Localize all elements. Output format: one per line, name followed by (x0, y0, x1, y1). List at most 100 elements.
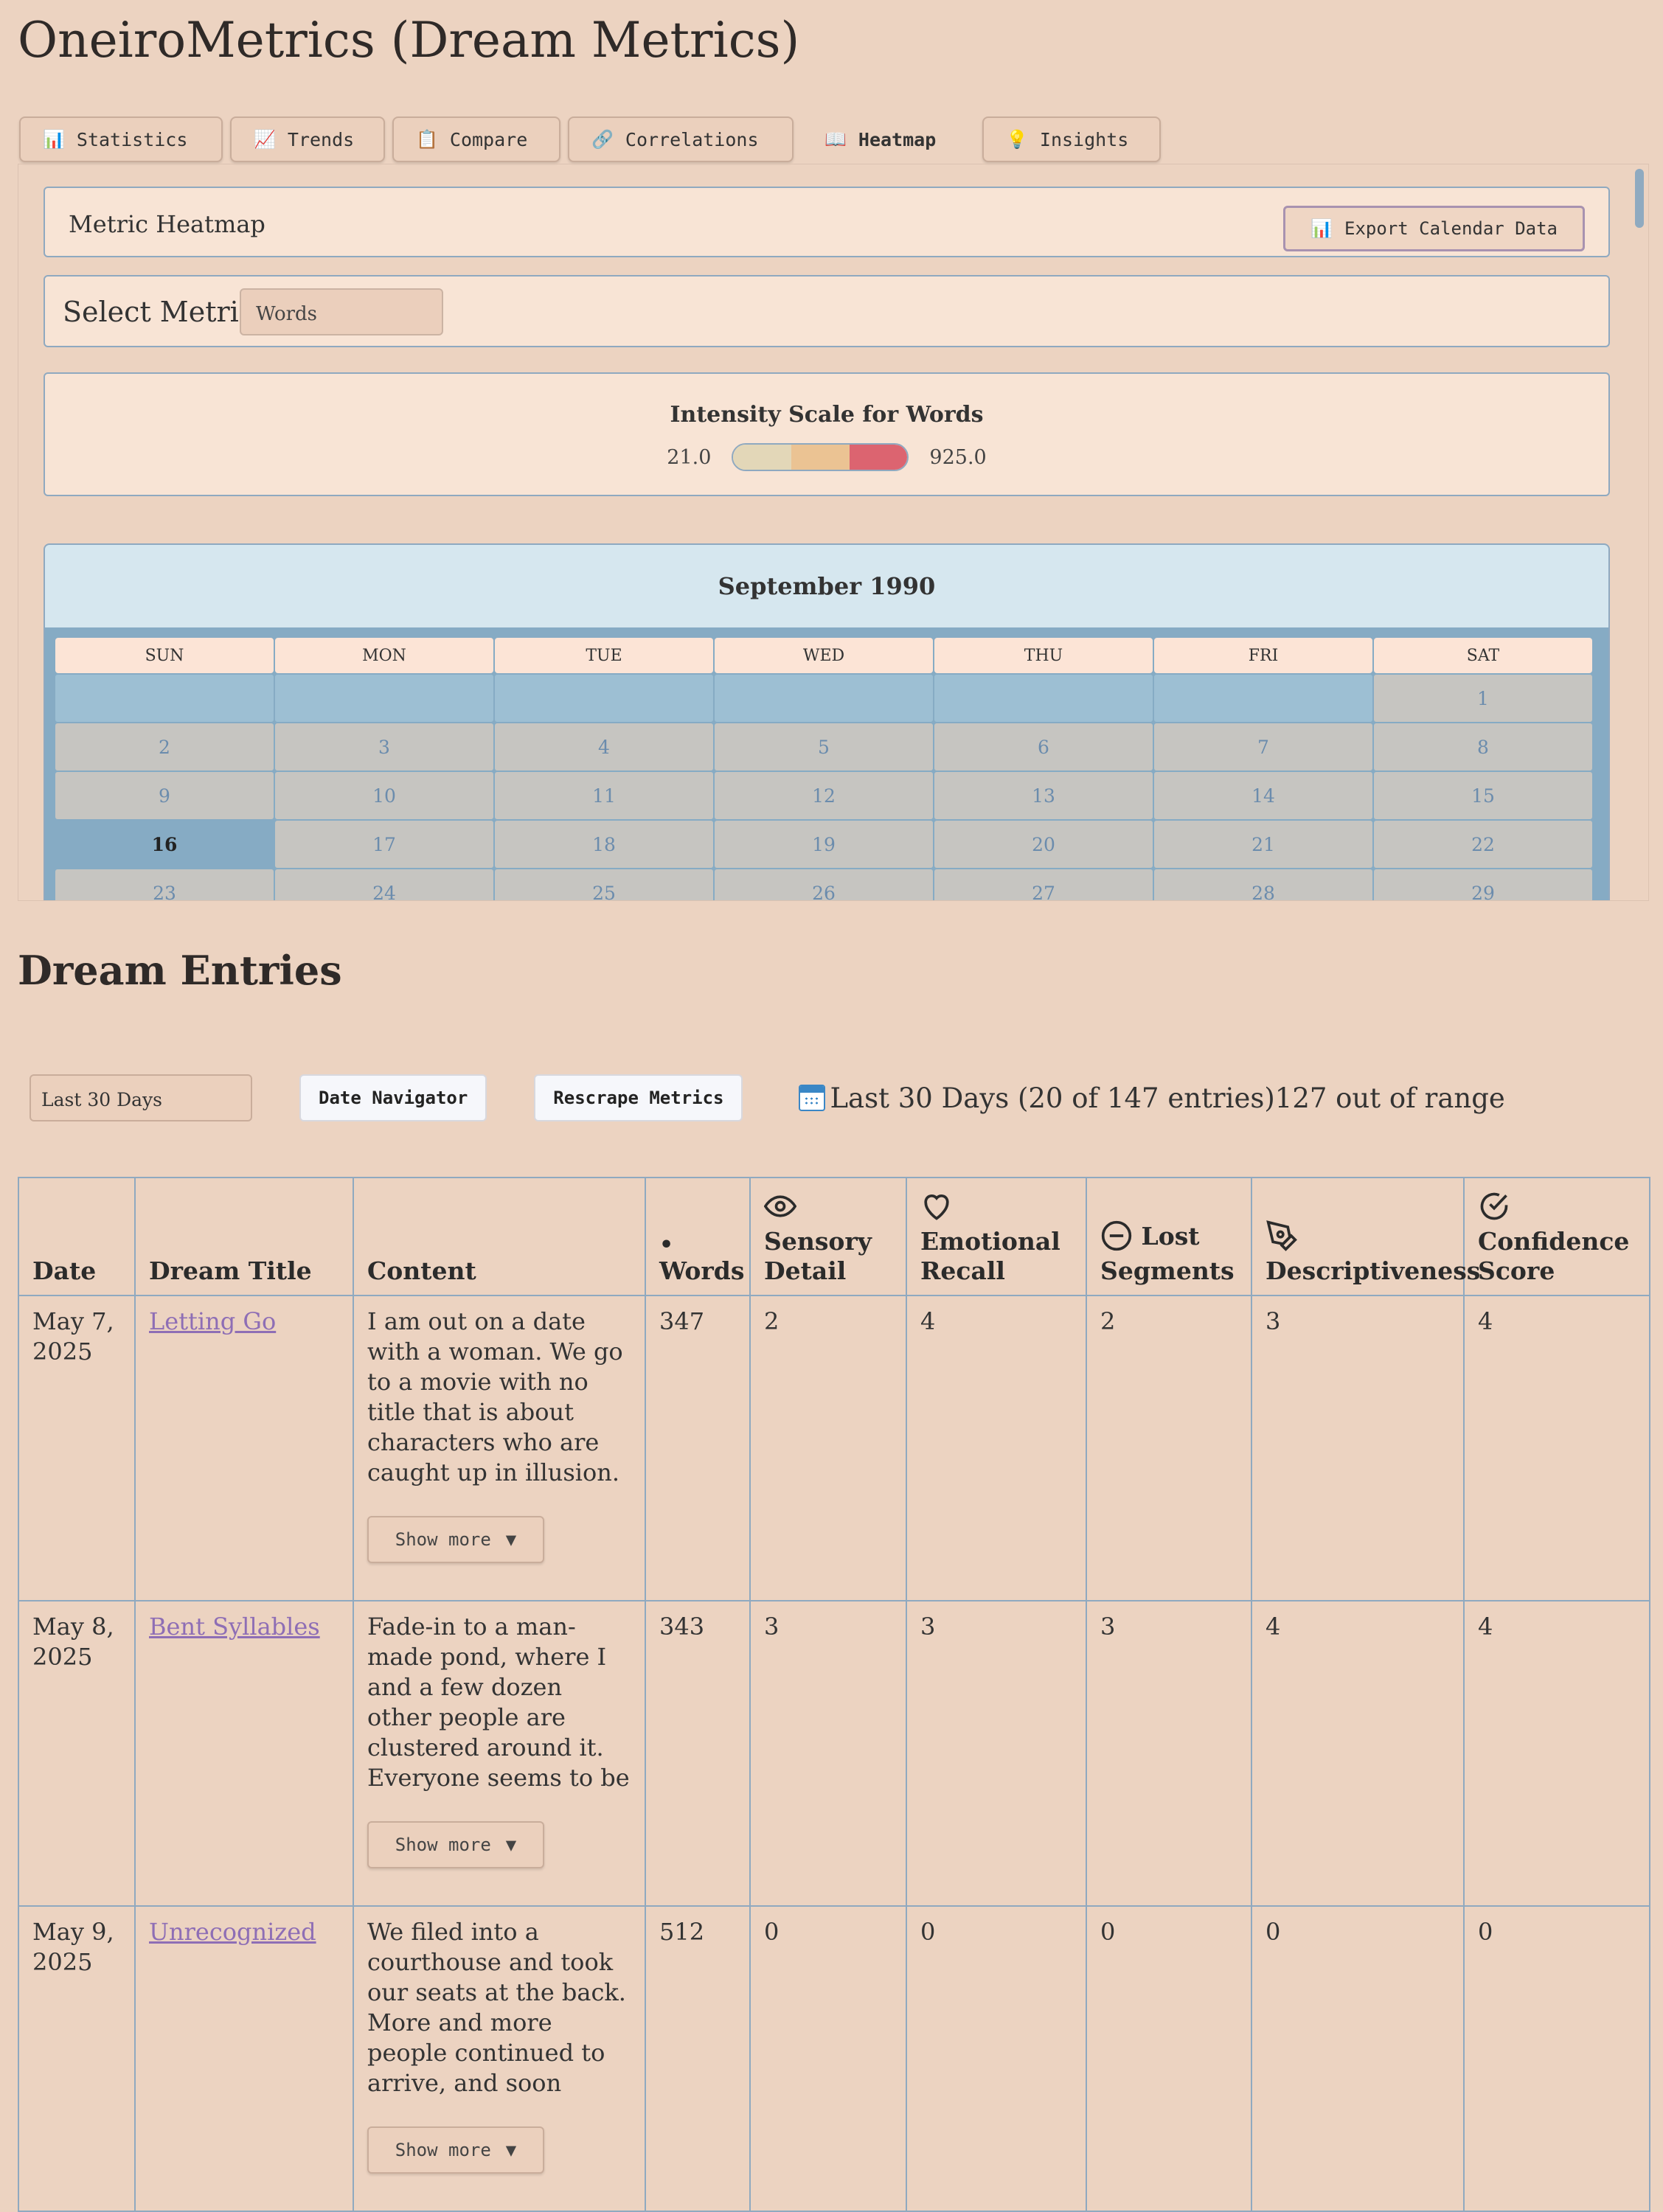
entry-confidence-score: 4 (1463, 1600, 1650, 1907)
calendar-day[interactable]: 17 (275, 821, 493, 868)
entry-emotional-recall: 3 (906, 1600, 1087, 1907)
calendar-day[interactable]: 9 (55, 772, 274, 819)
scale-gradient (732, 443, 909, 471)
entries-table: Date Dream Title Content • Words Sensory… (18, 1177, 1650, 2212)
entry-lost-segments: 3 (1086, 1600, 1252, 1907)
scale-title: Intensity Scale for Words (670, 402, 984, 428)
show-more-label: Show more (395, 2139, 491, 2160)
triangle-down-icon: ▼ (505, 1834, 517, 1855)
heatmap-panel: Metric Heatmap 📊 Export Calendar Data Se… (18, 164, 1649, 901)
date-navigator-button[interactable]: Date Navigator (299, 1074, 487, 1121)
calendar-empty-cell (934, 675, 1153, 722)
tab-label: Trends (287, 128, 355, 150)
entry-sensory-detail: 3 (749, 1600, 907, 1907)
export-label: Export Calendar Data (1344, 218, 1558, 239)
calendar-day[interactable]: 19 (715, 821, 933, 868)
header-descriptiveness[interactable]: Descriptiveness (1251, 1177, 1480, 1296)
calendar-day[interactable]: 10 (275, 772, 493, 819)
header-sensory-detail[interactable]: Sensory Detail (749, 1177, 907, 1296)
calendar-day[interactable]: 2 (55, 723, 274, 771)
calendar-empty-cell (275, 675, 493, 722)
header-content[interactable]: Content (353, 1177, 646, 1296)
tab-heatmap[interactable]: 📖 Heatmap (801, 116, 975, 162)
calendar-day[interactable]: 6 (934, 723, 1153, 771)
calendar-day[interactable]: 22 (1374, 821, 1592, 868)
calendar: September 1990 SUN MON TUE WED THU FRI SAT 1 2 3 4… (44, 543, 1610, 900)
rescrape-metrics-button[interactable]: Rescrape Metrics (534, 1074, 743, 1121)
calendar-day[interactable]: 25 (495, 869, 713, 900)
calendar-day[interactable]: 13 (934, 772, 1153, 819)
link-icon: 🔗 (591, 129, 614, 150)
calendar-day[interactable]: 12 (715, 772, 933, 819)
show-more-button[interactable]: Show more ▼ (367, 1516, 544, 1563)
header-words[interactable]: • Words (645, 1177, 751, 1296)
calendar-day[interactable]: 24 (275, 869, 493, 900)
calendar-day[interactable]: 26 (715, 869, 933, 900)
calendar-day[interactable]: 11 (495, 772, 713, 819)
calendar-day[interactable]: 7 (1154, 723, 1372, 771)
entry-sensory-detail: 0 (749, 1905, 907, 2212)
entry-title-link[interactable]: Unrecognized (149, 1918, 316, 1946)
show-more-button[interactable]: Show more ▼ (367, 1821, 544, 1868)
calendar-day[interactable]: 15 (1374, 772, 1592, 819)
calendar-day[interactable]: 1 (1374, 675, 1592, 722)
calendar-day[interactable]: 18 (495, 821, 713, 868)
calendar-empty-cell (1154, 675, 1372, 722)
entry-confidence-score: 0 (1463, 1905, 1650, 2212)
calendar-empty-cell (495, 675, 713, 722)
weekday-header: THU (934, 638, 1153, 673)
calendar-day[interactable]: 29 (1374, 869, 1592, 900)
date-range-select[interactable]: Last 30 Days (29, 1074, 252, 1121)
metrics-tabs: 📊 Statistics 📈 Trends 📋 Compare 🔗 Correl… (19, 116, 1161, 162)
calendar-day[interactable]: 14 (1154, 772, 1372, 819)
scrollbar-thumb[interactable] (1635, 169, 1644, 228)
trend-chart-icon: 📈 (254, 129, 276, 150)
tab-statistics[interactable]: 📊 Statistics (19, 116, 223, 162)
header-emotional-recall[interactable]: Emotional Recall (906, 1177, 1087, 1296)
header-lost-segments[interactable]: Lost Segments (1086, 1177, 1252, 1296)
header-confidence-score[interactable]: Confidence Score (1463, 1177, 1650, 1296)
calendar-day-today[interactable]: 16 (55, 821, 274, 868)
export-calendar-button[interactable]: 📊 Export Calendar Data (1283, 206, 1585, 251)
entry-content: We filed into a courthouse and took our … (367, 1918, 626, 2097)
entry-words: 512 (645, 1905, 751, 2212)
weekday-header: MON (275, 638, 493, 673)
tab-insights[interactable]: 💡 Insights (982, 116, 1161, 162)
header-label: Words (659, 1256, 745, 1285)
calendar-icon (799, 1085, 826, 1111)
minus-circle-icon (1101, 1220, 1132, 1251)
lightbulb-icon: 💡 (1006, 129, 1028, 150)
calendar-day[interactable]: 23 (55, 869, 274, 900)
calendar-day[interactable]: 28 (1154, 869, 1372, 900)
header-date[interactable]: Date (18, 1177, 136, 1296)
metric-select[interactable]: Words (240, 288, 443, 335)
scale-min: 21.0 (667, 445, 712, 469)
tab-label: Insights (1039, 128, 1129, 150)
calendar-day[interactable]: 4 (495, 723, 713, 771)
calendar-day[interactable]: 20 (934, 821, 1153, 868)
entries-filter-bar: Last 30 Days Date Navigator Rescrape Met… (29, 1074, 1505, 1122)
calendar-day[interactable]: 21 (1154, 821, 1372, 868)
bar-chart-icon: 📊 (1310, 218, 1333, 239)
calendar-day[interactable]: 5 (715, 723, 933, 771)
show-more-button[interactable]: Show more ▼ (367, 2126, 544, 2174)
entry-title-link[interactable]: Bent Syllables (149, 1613, 320, 1641)
tab-compare[interactable]: 📋 Compare (392, 116, 560, 162)
table-row: May 9, 2025 Unrecognized We filed into a c… (18, 1905, 1650, 2212)
calendar-day[interactable]: 3 (275, 723, 493, 771)
header-label: Emotional Recall (920, 1227, 1060, 1285)
calendar-empty-cell (55, 675, 274, 722)
entry-lost-segments: 0 (1086, 1905, 1252, 2212)
tab-correlations[interactable]: 🔗 Correlations (568, 116, 794, 162)
calendar-day[interactable]: 27 (934, 869, 1153, 900)
entry-words: 347 (645, 1295, 751, 1601)
calendar-day[interactable]: 8 (1374, 723, 1592, 771)
tab-trends[interactable]: 📈 Trends (230, 116, 385, 162)
scale-segment (791, 445, 850, 470)
header-label: Confidence Score (1478, 1227, 1630, 1285)
intensity-scale: Intensity Scale for Words 21.0 925.0 (44, 372, 1610, 496)
entry-title-link[interactable]: Letting Go (149, 1307, 276, 1335)
calendar-grid: SUN MON TUE WED THU FRI SAT 1 2 3 4 5 6 7 8 9 10 11 12 13 14… (55, 638, 1592, 900)
header-dream-title[interactable]: Dream Title (134, 1177, 354, 1296)
entry-emotional-recall: 0 (906, 1905, 1087, 2212)
